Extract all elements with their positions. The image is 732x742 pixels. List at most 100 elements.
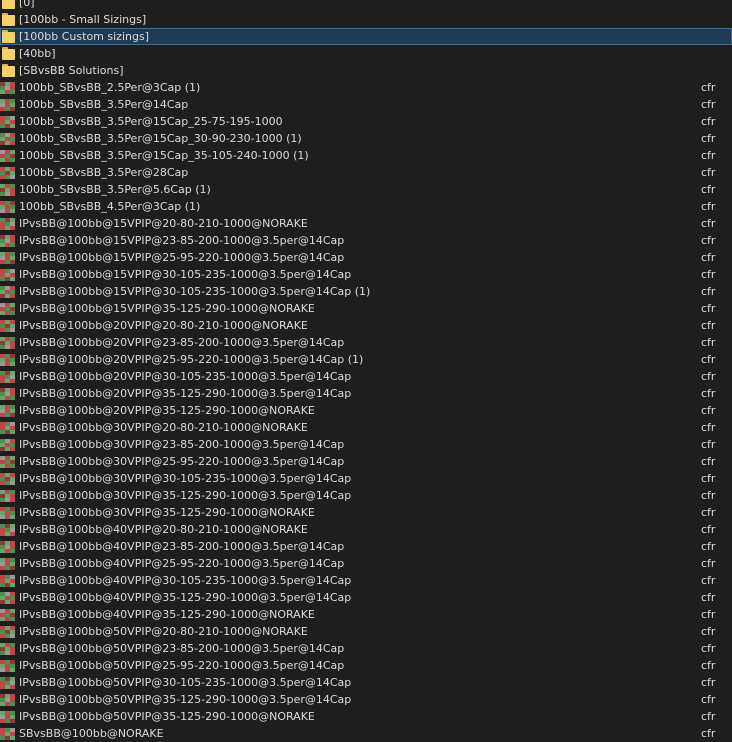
file-row[interactable]: IPvsBB@100bb@50VPIP@30-105-235-1000@3.5p…	[0, 674, 732, 691]
file-type: cfr	[701, 659, 716, 672]
file-row[interactable]: IPvsBB@100bb@50VPIP@25-95-220-1000@3.5pe…	[0, 657, 732, 674]
solution-grid-icon	[0, 371, 15, 383]
file-type: cfr	[701, 455, 716, 468]
file-row[interactable]: IPvsBB@100bb@20VPIP@23-85-200-1000@3.5pe…	[0, 334, 732, 351]
folder-row[interactable]: [40bb]	[0, 45, 732, 62]
file-row[interactable]: IPvsBB@100bb@40VPIP@23-85-200-1000@3.5pe…	[0, 538, 732, 555]
file-name: IPvsBB@100bb@15VPIP@25-95-220-1000@3.5pe…	[19, 251, 345, 264]
folder-row[interactable]: [0]	[0, 0, 732, 11]
file-type: cfr	[701, 421, 716, 434]
file-row[interactable]: 100bb_SBvsBB_3.5Per@15Cap_25-75-195-1000…	[0, 113, 732, 130]
file-name: 100bb_SBvsBB_3.5Per@28Cap	[19, 166, 189, 179]
solution-grid-icon	[0, 677, 15, 689]
file-row[interactable]: 100bb_SBvsBB_4.5Per@3Cap (1) cfr	[0, 198, 732, 215]
folder-name: [100bb - Small Sizings]	[19, 13, 147, 26]
file-name: 100bb_SBvsBB_3.5Per@15Cap_35-105-240-100…	[19, 149, 309, 162]
file-type: cfr	[701, 608, 716, 621]
file-row[interactable]: IPvsBB@100bb@20VPIP@35-125-290-1000@3.5p…	[0, 385, 732, 402]
file-row[interactable]: IPvsBB@100bb@30VPIP@20-80-210-1000@NORAK…	[0, 419, 732, 436]
file-name: IPvsBB@100bb@50VPIP@35-125-290-1000@NORA…	[19, 710, 315, 723]
file-row[interactable]: IPvsBB@100bb@15VPIP@30-105-235-1000@3.5p…	[0, 283, 732, 300]
file-type: cfr	[701, 149, 716, 162]
file-row[interactable]: IPvsBB@100bb@40VPIP@25-95-220-1000@3.5pe…	[0, 555, 732, 572]
file-name: IPvsBB@100bb@30VPIP@20-80-210-1000@NORAK…	[19, 421, 308, 434]
file-type: cfr	[701, 319, 716, 332]
file-row[interactable]: IPvsBB@100bb@20VPIP@20-80-210-1000@NORAK…	[0, 317, 732, 334]
file-name: IPvsBB@100bb@50VPIP@20-80-210-1000@NORAK…	[19, 625, 308, 638]
file-type: cfr	[701, 727, 716, 740]
file-type: cfr	[701, 506, 716, 519]
file-type: cfr	[701, 217, 716, 230]
file-row[interactable]: IPvsBB@100bb@15VPIP@20-80-210-1000@NORAK…	[0, 215, 732, 232]
file-row[interactable]: 100bb_SBvsBB_2.5Per@3Cap (1) cfr	[0, 79, 732, 96]
solution-grid-icon	[0, 269, 15, 281]
solution-grid-icon	[0, 694, 15, 706]
solution-grid-icon	[0, 490, 15, 502]
solution-grid-icon	[0, 405, 15, 417]
file-row[interactable]: IPvsBB@100bb@30VPIP@23-85-200-1000@3.5pe…	[0, 436, 732, 453]
file-name: 100bb_SBvsBB_4.5Per@3Cap (1)	[19, 200, 201, 213]
file-row[interactable]: IPvsBB@100bb@30VPIP@25-95-220-1000@3.5pe…	[0, 453, 732, 470]
file-row[interactable]: IPvsBB@100bb@40VPIP@20-80-210-1000@NORAK…	[0, 521, 732, 538]
solution-grid-icon	[0, 456, 15, 468]
file-type: cfr	[701, 693, 716, 706]
file-name: 100bb_SBvsBB_3.5Per@14Cap	[19, 98, 189, 111]
file-row[interactable]: 100bb_SBvsBB_3.5Per@28Cap cfr	[0, 164, 732, 181]
file-row[interactable]: IPvsBB@100bb@15VPIP@23-85-200-1000@3.5pe…	[0, 232, 732, 249]
file-name: IPvsBB@100bb@40VPIP@20-80-210-1000@NORAK…	[19, 523, 308, 536]
file-name: IPvsBB@100bb@20VPIP@30-105-235-1000@3.5p…	[19, 370, 352, 383]
file-row[interactable]: 100bb_SBvsBB_3.5Per@15Cap_35-105-240-100…	[0, 147, 732, 164]
file-type: cfr	[701, 557, 716, 570]
file-row[interactable]: IPvsBB@100bb@20VPIP@30-105-235-1000@3.5p…	[0, 368, 732, 385]
solution-grid-icon	[0, 592, 15, 604]
file-name: IPvsBB@100bb@30VPIP@25-95-220-1000@3.5pe…	[19, 455, 345, 468]
file-row[interactable]: IPvsBB@100bb@30VPIP@35-125-290-1000@3.5p…	[0, 487, 732, 504]
file-row[interactable]: 100bb_SBvsBB_3.5Per@15Cap_30-90-230-1000…	[0, 130, 732, 147]
solution-grid-icon	[0, 235, 15, 247]
file-row[interactable]: IPvsBB@100bb@50VPIP@35-125-290-1000@NORA…	[0, 708, 732, 725]
file-name: 100bb_SBvsBB_3.5Per@5.6Cap (1)	[19, 183, 211, 196]
file-row[interactable]: IPvsBB@100bb@30VPIP@35-125-290-1000@NORA…	[0, 504, 732, 521]
file-name: IPvsBB@100bb@15VPIP@20-80-210-1000@NORAK…	[19, 217, 308, 230]
file-row[interactable]: IPvsBB@100bb@15VPIP@30-105-235-1000@3.5p…	[0, 266, 732, 283]
file-row[interactable]: IPvsBB@100bb@40VPIP@35-125-290-1000@3.5p…	[0, 589, 732, 606]
folder-name: [100bb Custom sizings]	[19, 30, 149, 43]
file-type: cfr	[701, 183, 716, 196]
file-name: IPvsBB@100bb@20VPIP@23-85-200-1000@3.5pe…	[19, 336, 345, 349]
file-name: IPvsBB@100bb@40VPIP@35-125-290-1000@3.5p…	[19, 591, 352, 604]
solution-grid-icon	[0, 320, 15, 332]
file-row[interactable]: IPvsBB@100bb@40VPIP@30-105-235-1000@3.5p…	[0, 572, 732, 589]
solution-grid-icon	[0, 184, 15, 196]
solution-grid-icon	[0, 439, 15, 451]
folder-row[interactable]: [100bb - Small Sizings]	[0, 11, 732, 28]
file-row[interactable]: SBvsBB@100bb@NORAKE cfr	[0, 725, 732, 742]
file-name: IPvsBB@100bb@30VPIP@30-105-235-1000@3.5p…	[19, 472, 352, 485]
file-row[interactable]: 100bb_SBvsBB_3.5Per@14Cap cfr	[0, 96, 732, 113]
file-row[interactable]: IPvsBB@100bb@50VPIP@23-85-200-1000@3.5pe…	[0, 640, 732, 657]
file-row[interactable]: IPvsBB@100bb@20VPIP@25-95-220-1000@3.5pe…	[0, 351, 732, 368]
file-type: cfr	[701, 676, 716, 689]
file-type: cfr	[701, 370, 716, 383]
file-type: cfr	[701, 591, 716, 604]
file-type: cfr	[701, 166, 716, 179]
solution-grid-icon	[0, 167, 15, 179]
file-name: SBvsBB@100bb@NORAKE	[19, 727, 164, 740]
folder-name: [0]	[19, 0, 35, 9]
file-row[interactable]: IPvsBB@100bb@50VPIP@20-80-210-1000@NORAK…	[0, 623, 732, 640]
folder-row[interactable]: [SBvsBB Solutions]	[0, 62, 732, 79]
file-row[interactable]: IPvsBB@100bb@20VPIP@35-125-290-1000@NORA…	[0, 402, 732, 419]
file-row[interactable]: IPvsBB@100bb@40VPIP@35-125-290-1000@NORA…	[0, 606, 732, 623]
solution-grid-icon	[0, 354, 15, 366]
solution-grid-icon	[0, 558, 15, 570]
file-row[interactable]: IPvsBB@100bb@15VPIP@25-95-220-1000@3.5pe…	[0, 249, 732, 266]
file-type: cfr	[701, 336, 716, 349]
solution-grid-icon	[0, 728, 15, 740]
file-row[interactable]: 100bb_SBvsBB_3.5Per@5.6Cap (1) cfr	[0, 181, 732, 198]
file-name: IPvsBB@100bb@40VPIP@25-95-220-1000@3.5pe…	[19, 557, 345, 570]
file-row[interactable]: IPvsBB@100bb@15VPIP@35-125-290-1000@NORA…	[0, 300, 732, 317]
solution-grid-icon	[0, 473, 15, 485]
file-name: IPvsBB@100bb@20VPIP@20-80-210-1000@NORAK…	[19, 319, 308, 332]
file-row[interactable]: IPvsBB@100bb@50VPIP@35-125-290-1000@3.5p…	[0, 691, 732, 708]
file-row[interactable]: IPvsBB@100bb@30VPIP@30-105-235-1000@3.5p…	[0, 470, 732, 487]
folder-row[interactable]: [100bb Custom sizings]	[0, 28, 732, 45]
